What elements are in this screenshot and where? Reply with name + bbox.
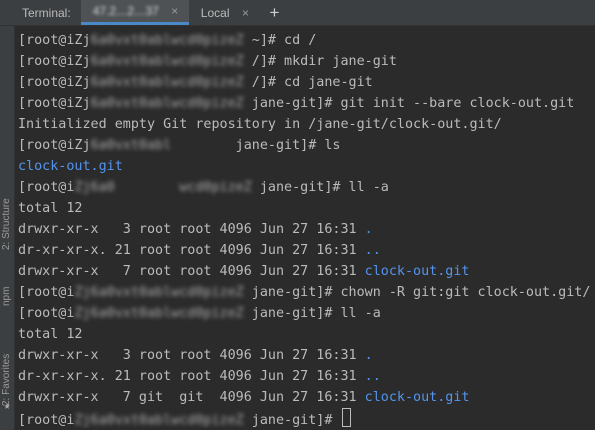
directory-name: . [364,348,373,363]
prompt-command: jane-git]# ll -a [251,180,389,195]
terminal-window: Terminal: 47.2․․.2․․.37 × Local × + 2: S… [0,0,595,430]
redacted-hostname: Zj6a0vxt0ablwcd0pizeZ [74,285,244,300]
prompt-command: /]# mkdir jane-git [243,54,397,69]
prompt-prefix: [root@iZj [18,75,91,90]
tab-title: Local [200,5,230,20]
output-text: dr-xr-xr-x. 21 root root 4096 Jun 27 16:… [18,369,365,384]
output-text: Initialized empty Git repository in /jan… [18,117,502,132]
terminal-line: Initialized empty Git repository in /jan… [18,114,594,135]
prompt-command: jane-git]# [243,413,341,428]
tab-title: 47.2․․.2․․.37 [92,4,159,18]
terminal-line: drwxr-xr-x 3 root root 4096 Jun 27 16:31… [18,345,594,366]
left-tool-strip: 2: Structure npm 2: Favorites ★ [0,26,15,430]
directory-name: clock-out.git [364,264,470,279]
terminal-line: [root@iZj6a0 wcd0pizeZ jane-git]# ll -a [18,177,594,198]
output-text: total 12 [18,327,83,342]
prompt-prefix: [root@iZj [18,138,91,153]
prompt-command: jane-git]# ll -a [243,306,381,321]
terminal-line: [root@iZj6a0vxt0ablwcd0pizeZ /]# cd jane… [18,72,594,93]
close-icon[interactable]: × [169,5,181,17]
structure-tool-button[interactable]: 2: Structure [1,154,14,250]
directory-name: .. [364,369,381,384]
output-text: drwxr-xr-x 3 root root 4096 Jun 27 16:31 [18,222,365,237]
redacted-hostname: Zj6a0vxt0ablwcd0pizeZ [74,413,244,428]
tab-remote-session[interactable]: 47.2․․.2․․.37 × [80,0,189,25]
terminal-label: Terminal: [22,5,71,20]
output-text: clock-out.git [18,159,123,174]
terminal-output[interactable]: [root@iZj6a0vxt0ablwcd0pizeZ ~]# cd / [ro… [18,30,594,428]
redacted-hostname: 6a0vxt0abl [90,138,228,153]
terminal-line: drwxr-xr-x 7 git git 4096 Jun 27 16:31 c… [18,387,594,408]
redacted-hostname: Zj6a0 wcd0pizeZ [74,180,252,195]
terminal-line: dr-xr-xr-x. 21 root root 4096 Jun 27 16:… [18,366,594,387]
terminal-line: clock-out.git [18,156,594,177]
output-text: dr-xr-xr-x. 21 root root 4096 Jun 27 16:… [18,243,365,258]
terminal-cursor [341,408,351,427]
prompt-prefix: [root@i [18,180,75,195]
terminal-line: [root@iZj6a0vxt0abl jane-git]# ls [18,135,594,156]
npm-tool-button[interactable]: npm [1,266,14,306]
terminal-line: [root@iZj6a0vxt0ablwcd0pizeZ /]# mkdir j… [18,51,594,72]
prompt-command: jane-git]# git init --bare clock-out.git [243,96,575,111]
directory-name: . [364,222,373,237]
terminal-line: dr-xr-xr-x. 21 root root 4096 Jun 27 16:… [18,240,594,261]
prompt-prefix: [root@iZj [18,33,91,48]
terminal-line: [root@iZj6a0vxt0ablwcd0pizeZ jane-git]# [18,408,594,428]
add-tab-icon[interactable]: + [259,0,289,25]
terminal-line: [root@iZj6a0vxt0ablwcd0pizeZ jane-git]# … [18,93,594,114]
redacted-hostname: 6a0vxt0ablwcd0pizeZ [90,75,244,90]
prompt-command: jane-git]# chown -R git:git clock-out.gi… [243,285,591,300]
directory-name: .. [364,243,381,258]
prompt-command: /]# cd jane-git [243,75,373,90]
output-text: drwxr-xr-x 7 git git 4096 Jun 27 16:31 [18,390,365,405]
prompt-prefix: [root@i [18,306,75,321]
terminal-line: drwxr-xr-x 7 root root 4096 Jun 27 16:31… [18,261,594,282]
redacted-hostname: 6a0vxt0ablwcd0pizeZ [90,54,244,69]
terminal-line: [root@iZj6a0vxt0ablwcd0pizeZ jane-git]# … [18,303,594,324]
redacted-hostname: 6a0vxt0ablwcd0pizeZ [90,96,244,111]
prompt-prefix: [root@iZj [18,54,91,69]
output-text: drwxr-xr-x 3 root root 4096 Jun 27 16:31 [18,348,365,363]
star-icon[interactable]: ★ [1,400,13,412]
output-text: drwxr-xr-x 7 root root 4096 Jun 27 16:31 [18,264,365,279]
prompt-prefix: [root@i [18,285,75,300]
prompt-prefix: [root@i [18,413,75,428]
terminal-line: [root@iZj6a0vxt0ablwcd0pizeZ ~]# cd / [18,30,594,51]
terminal-line: total 12 [18,198,594,219]
terminal-line: drwxr-xr-x 3 root root 4096 Jun 27 16:31… [18,219,594,240]
favorites-tool-button[interactable]: 2: Favorites [1,326,14,406]
redacted-hostname: 6a0vxt0ablwcd0pizeZ [90,33,244,48]
prompt-command: jane-git]# ls [227,138,341,153]
terminal-line: [root@iZj6a0vxt0ablwcd0pizeZ jane-git]# … [18,282,594,303]
directory-name: clock-out.git [364,390,470,405]
terminal-tabbar: Terminal: 47.2․․.2․․.37 × Local × + [0,0,595,26]
redacted-hostname: Zj6a0vxt0ablwcd0pizeZ [74,306,244,321]
prompt-command: ~]# cd / [243,33,317,48]
prompt-prefix: [root@iZj [18,96,91,111]
terminal-line: total 12 [18,324,594,345]
output-text: total 12 [18,201,83,216]
close-icon[interactable]: × [239,7,251,19]
tab-local[interactable]: Local × [189,0,260,25]
